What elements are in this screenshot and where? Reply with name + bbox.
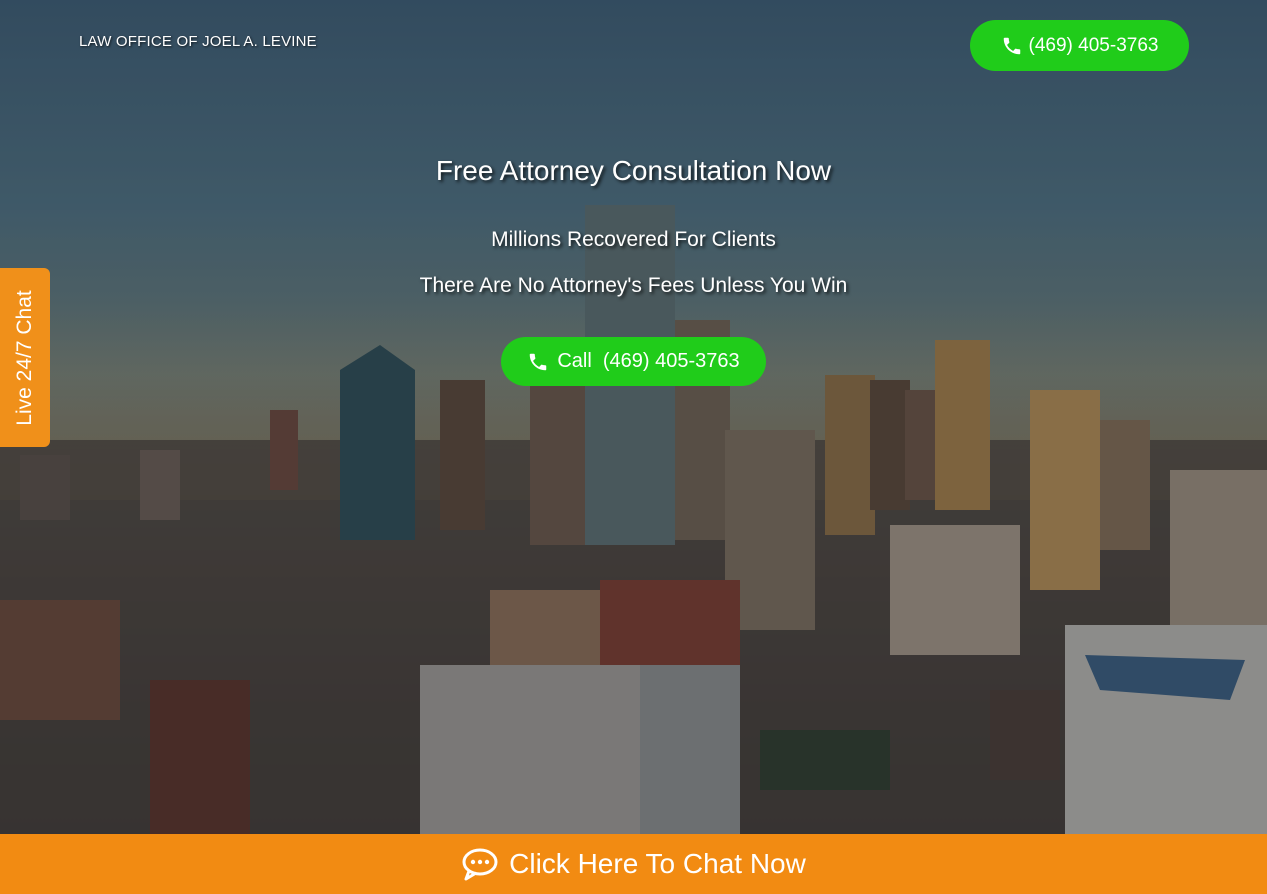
header-phone-button[interactable]: (469) 405-3763 (970, 20, 1189, 71)
header-phone-label: (469) 405-3763 (1028, 34, 1159, 56)
phone-icon (1003, 37, 1020, 54)
phone-icon (530, 353, 547, 370)
hero-headline: Free Attorney Consultation Now (435, 155, 832, 186)
chat-bubble-icon (462, 848, 498, 881)
live-chat-tab-label: Live 24/7 Chat (13, 290, 36, 426)
call-now-button[interactable]: Call (469) 405-3763 (501, 337, 766, 386)
chat-now-bar[interactable]: Click Here To Chat Now (0, 834, 1267, 894)
hero-subline-no-fees: There Are No Attorney's Fees Unless You … (419, 274, 848, 297)
brand-name[interactable]: LAW OFFICE OF JOEL A. LEVINE (79, 33, 317, 50)
live-chat-side-tab[interactable]: Live 24/7 Chat (0, 268, 50, 447)
chat-now-label: Click Here To Chat Now (509, 848, 806, 879)
landing-page: LAW OFFICE OF JOEL A. LEVINE (469) 405-3… (0, 0, 1267, 894)
call-now-label: Call (469) 405-3763 (557, 350, 740, 372)
hero-dark-overlay (0, 0, 1267, 834)
hero-subline-recovered: Millions Recovered For Clients (491, 228, 776, 251)
